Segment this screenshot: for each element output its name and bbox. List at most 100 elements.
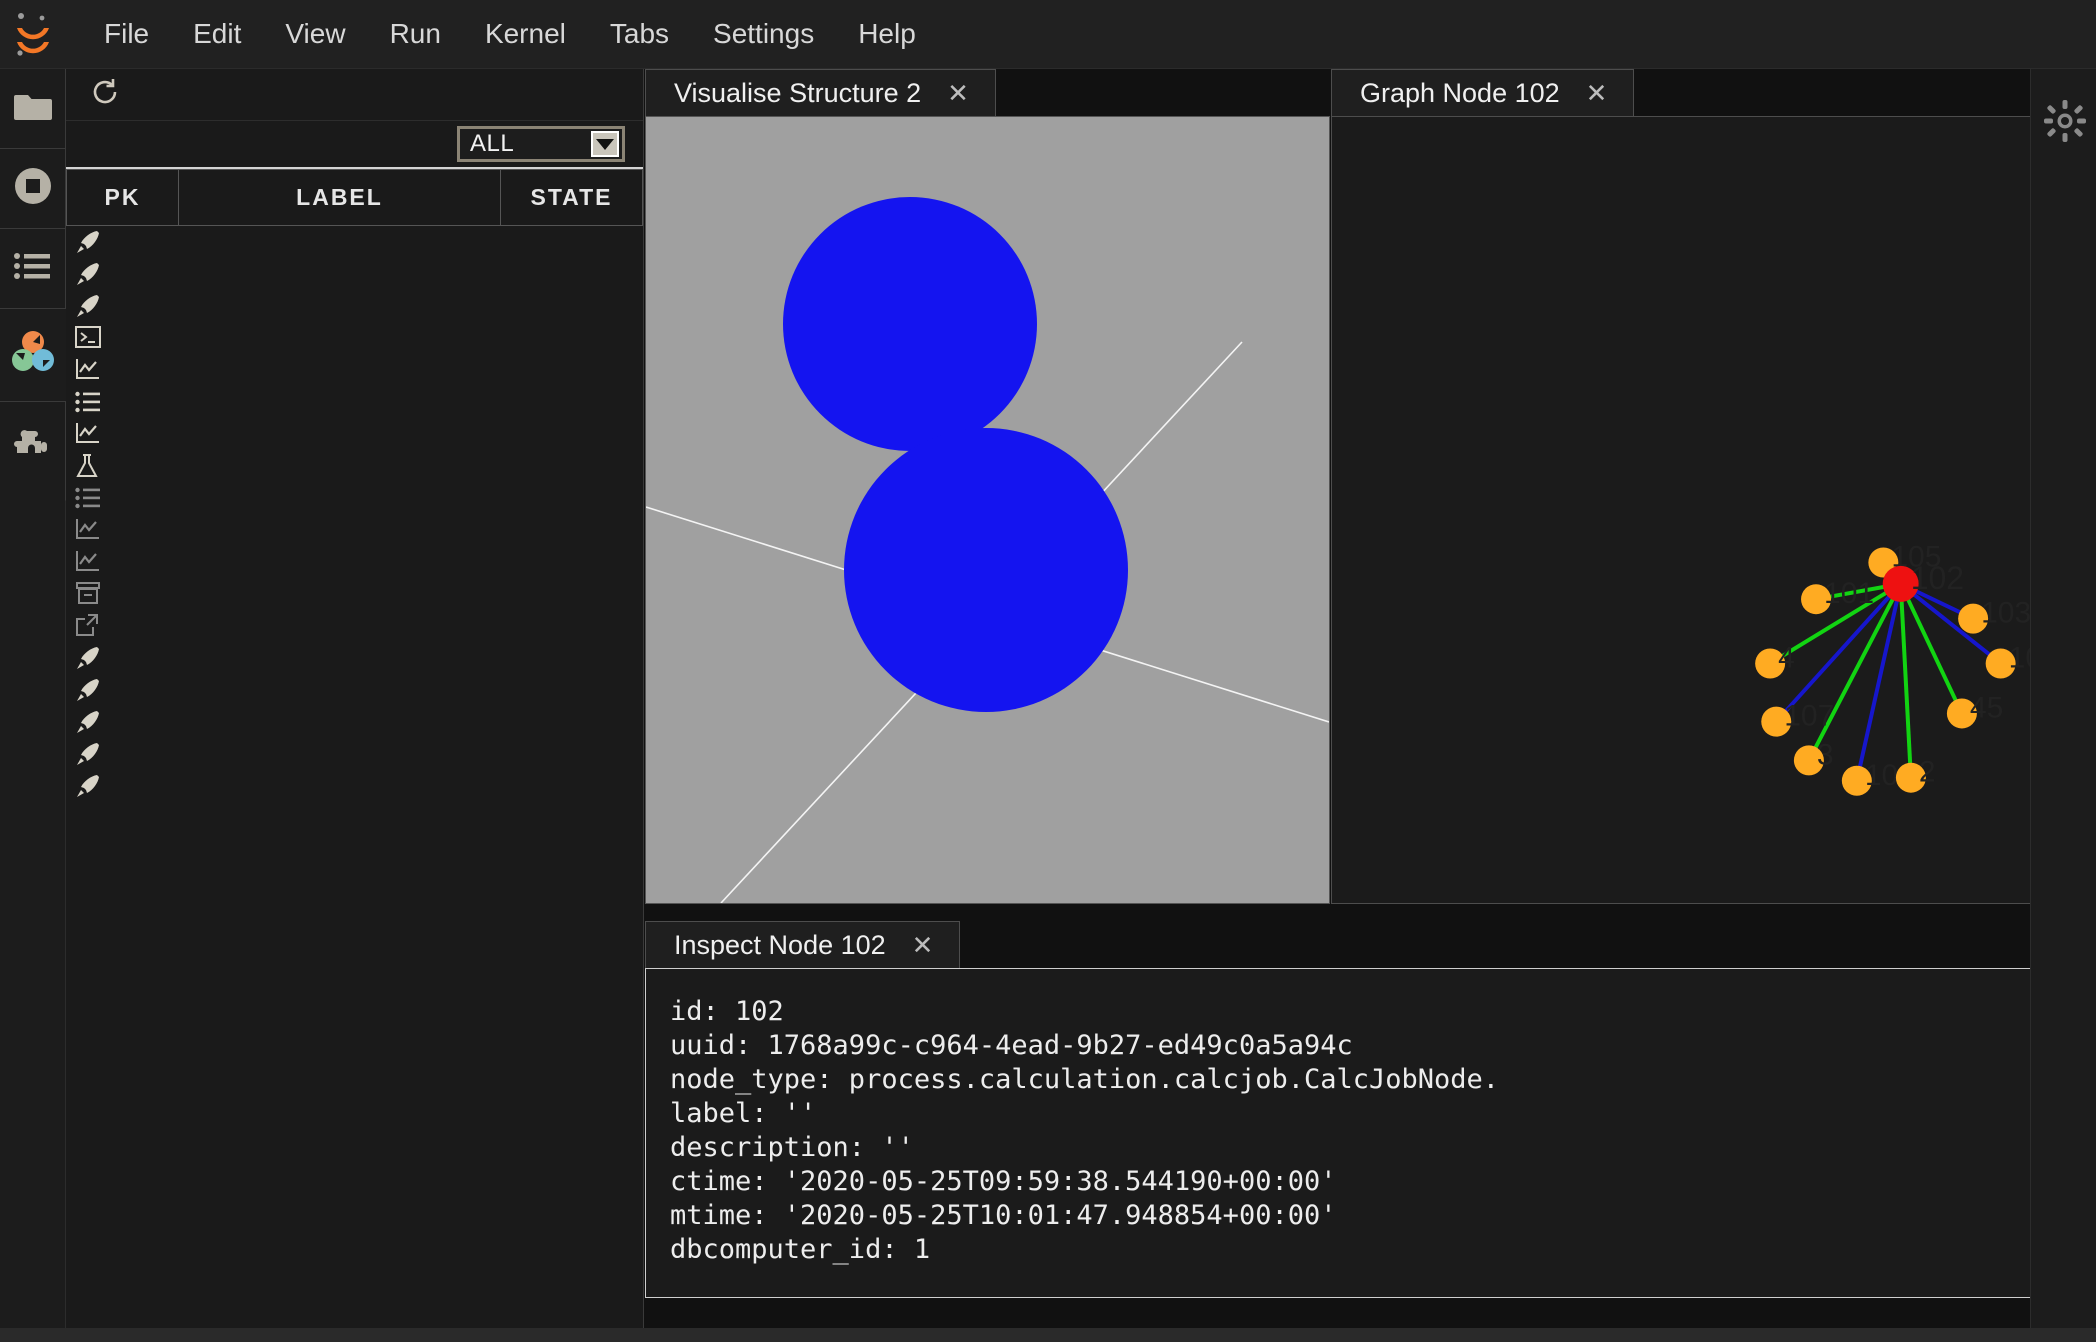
sidebar-item-running-sessions[interactable] <box>0 149 66 229</box>
chart-icon <box>75 357 101 383</box>
column-header-pk[interactable]: PK <box>67 170 179 226</box>
table-row[interactable] <box>67 450 643 482</box>
table-row[interactable] <box>67 290 643 322</box>
cell-label <box>179 514 501 546</box>
table-row[interactable] <box>67 610 643 642</box>
cell-label <box>179 610 501 642</box>
chart-icon <box>75 549 101 575</box>
tab-inspect-node[interactable]: Inspect Node 102 ✕ <box>645 921 960 969</box>
cell-state <box>501 354 643 386</box>
provenance-graph: 10510110341061074531042102 <box>1332 117 2095 903</box>
cell-state <box>501 674 643 706</box>
cell-label <box>179 418 501 450</box>
property-inspector-button[interactable] <box>2043 99 2087 143</box>
menu-help[interactable]: Help <box>836 11 938 57</box>
list-icon <box>75 485 101 511</box>
sidebar-item-file-browser[interactable] <box>0 69 66 149</box>
tab-title: Graph Node 102 <box>1360 78 1560 109</box>
table-row[interactable] <box>67 482 643 514</box>
menu-file[interactable]: File <box>82 11 171 57</box>
rocket-icon <box>75 741 101 767</box>
cell-pk <box>67 610 179 642</box>
cell-state <box>501 770 643 802</box>
inspect-output[interactable]: id: 102uuid: 1768a99c-c964-4ead-9b27-ed4… <box>645 968 2055 1298</box>
table-row[interactable] <box>67 674 643 706</box>
table-row[interactable] <box>67 770 643 802</box>
gear-icon <box>2043 130 2087 147</box>
tab-visualise-structure[interactable]: Visualise Structure 2 ✕ <box>645 69 996 117</box>
menu-edit[interactable]: Edit <box>171 11 263 57</box>
menu-settings[interactable]: Settings <box>691 11 836 57</box>
menu-view[interactable]: View <box>263 11 367 57</box>
graph-edge-input <box>1901 584 1911 778</box>
node-table-body <box>67 226 643 803</box>
cell-state <box>501 514 643 546</box>
refresh-button[interactable] <box>88 78 122 112</box>
rocket-icon <box>75 773 101 799</box>
close-icon[interactable]: ✕ <box>947 78 969 109</box>
structure-canvas[interactable] <box>645 116 1330 904</box>
left-sidebar-rail <box>0 69 66 1342</box>
table-row[interactable] <box>67 578 643 610</box>
column-header-label[interactable]: LABEL <box>179 170 501 226</box>
sidebar-item-extensions[interactable] <box>0 401 66 501</box>
status-bar <box>0 1328 2096 1342</box>
tab-title: Visualise Structure 2 <box>674 78 921 109</box>
column-header-state[interactable]: STATE <box>501 170 643 226</box>
close-icon[interactable]: ✕ <box>1586 78 1608 109</box>
table-row[interactable] <box>67 514 643 546</box>
tab-graph-node[interactable]: Graph Node 102 ✕ <box>1331 69 1634 117</box>
cell-pk <box>67 770 179 802</box>
node-type-select[interactable]: ALL <box>457 126 625 162</box>
folder-icon <box>14 90 52 127</box>
table-row[interactable] <box>67 386 643 418</box>
graph-node-label: 107 <box>1784 700 1834 733</box>
table-row[interactable] <box>67 546 643 578</box>
cell-pk <box>67 418 179 450</box>
cell-label <box>179 738 501 770</box>
cell-pk <box>67 738 179 770</box>
menu-tabs[interactable]: Tabs <box>588 11 691 57</box>
menu-kernel[interactable]: Kernel <box>463 11 588 57</box>
cell-label <box>179 482 501 514</box>
cell-pk <box>67 258 179 290</box>
left-panel-toolbar <box>66 69 643 121</box>
graph-center-node-label: 102 <box>1911 560 1964 596</box>
rocket-icon <box>75 677 101 703</box>
code-line: node_type: process.calculation.calcjob.C… <box>670 1063 2054 1097</box>
cell-label <box>179 578 501 610</box>
cell-label <box>179 354 501 386</box>
table-row[interactable] <box>67 738 643 770</box>
table-row[interactable] <box>67 258 643 290</box>
cell-pk <box>67 514 179 546</box>
graph-canvas[interactable]: 10510110341061074531042102 <box>1331 116 2096 904</box>
atom-sphere <box>783 197 1037 451</box>
cell-pk <box>67 226 179 259</box>
archive-icon <box>75 581 101 607</box>
cell-label <box>179 674 501 706</box>
table-row[interactable] <box>67 322 643 354</box>
code-line: ctime: '2020-05-25T09:59:38.544190+00:00… <box>670 1165 2054 1199</box>
cell-state <box>501 450 643 482</box>
aiida-tree-panel: ALL PK LABEL STATE <box>66 69 644 1342</box>
jupyter-logo-icon <box>0 0 66 69</box>
table-row[interactable] <box>67 354 643 386</box>
rocket-icon <box>75 229 101 255</box>
table-row[interactable] <box>67 226 643 259</box>
terminal-icon <box>75 325 101 351</box>
inspect-tabbar: Inspect Node 102 ✕ <box>645 921 960 969</box>
menu-run[interactable]: Run <box>368 11 463 57</box>
table-row[interactable] <box>67 642 643 674</box>
table-row[interactable] <box>67 706 643 738</box>
graph-node-label: 103 <box>1981 597 2031 630</box>
sidebar-item-aiida[interactable] <box>0 309 66 401</box>
table-row[interactable] <box>67 418 643 450</box>
cell-label <box>179 386 501 418</box>
chevron-down-icon[interactable] <box>591 131 619 157</box>
close-icon[interactable]: ✕ <box>912 930 934 961</box>
list-icon <box>75 389 101 415</box>
cell-pk <box>67 546 179 578</box>
chart-icon <box>75 517 101 543</box>
sidebar-item-commands[interactable] <box>0 229 66 309</box>
external-link-icon <box>75 613 101 639</box>
